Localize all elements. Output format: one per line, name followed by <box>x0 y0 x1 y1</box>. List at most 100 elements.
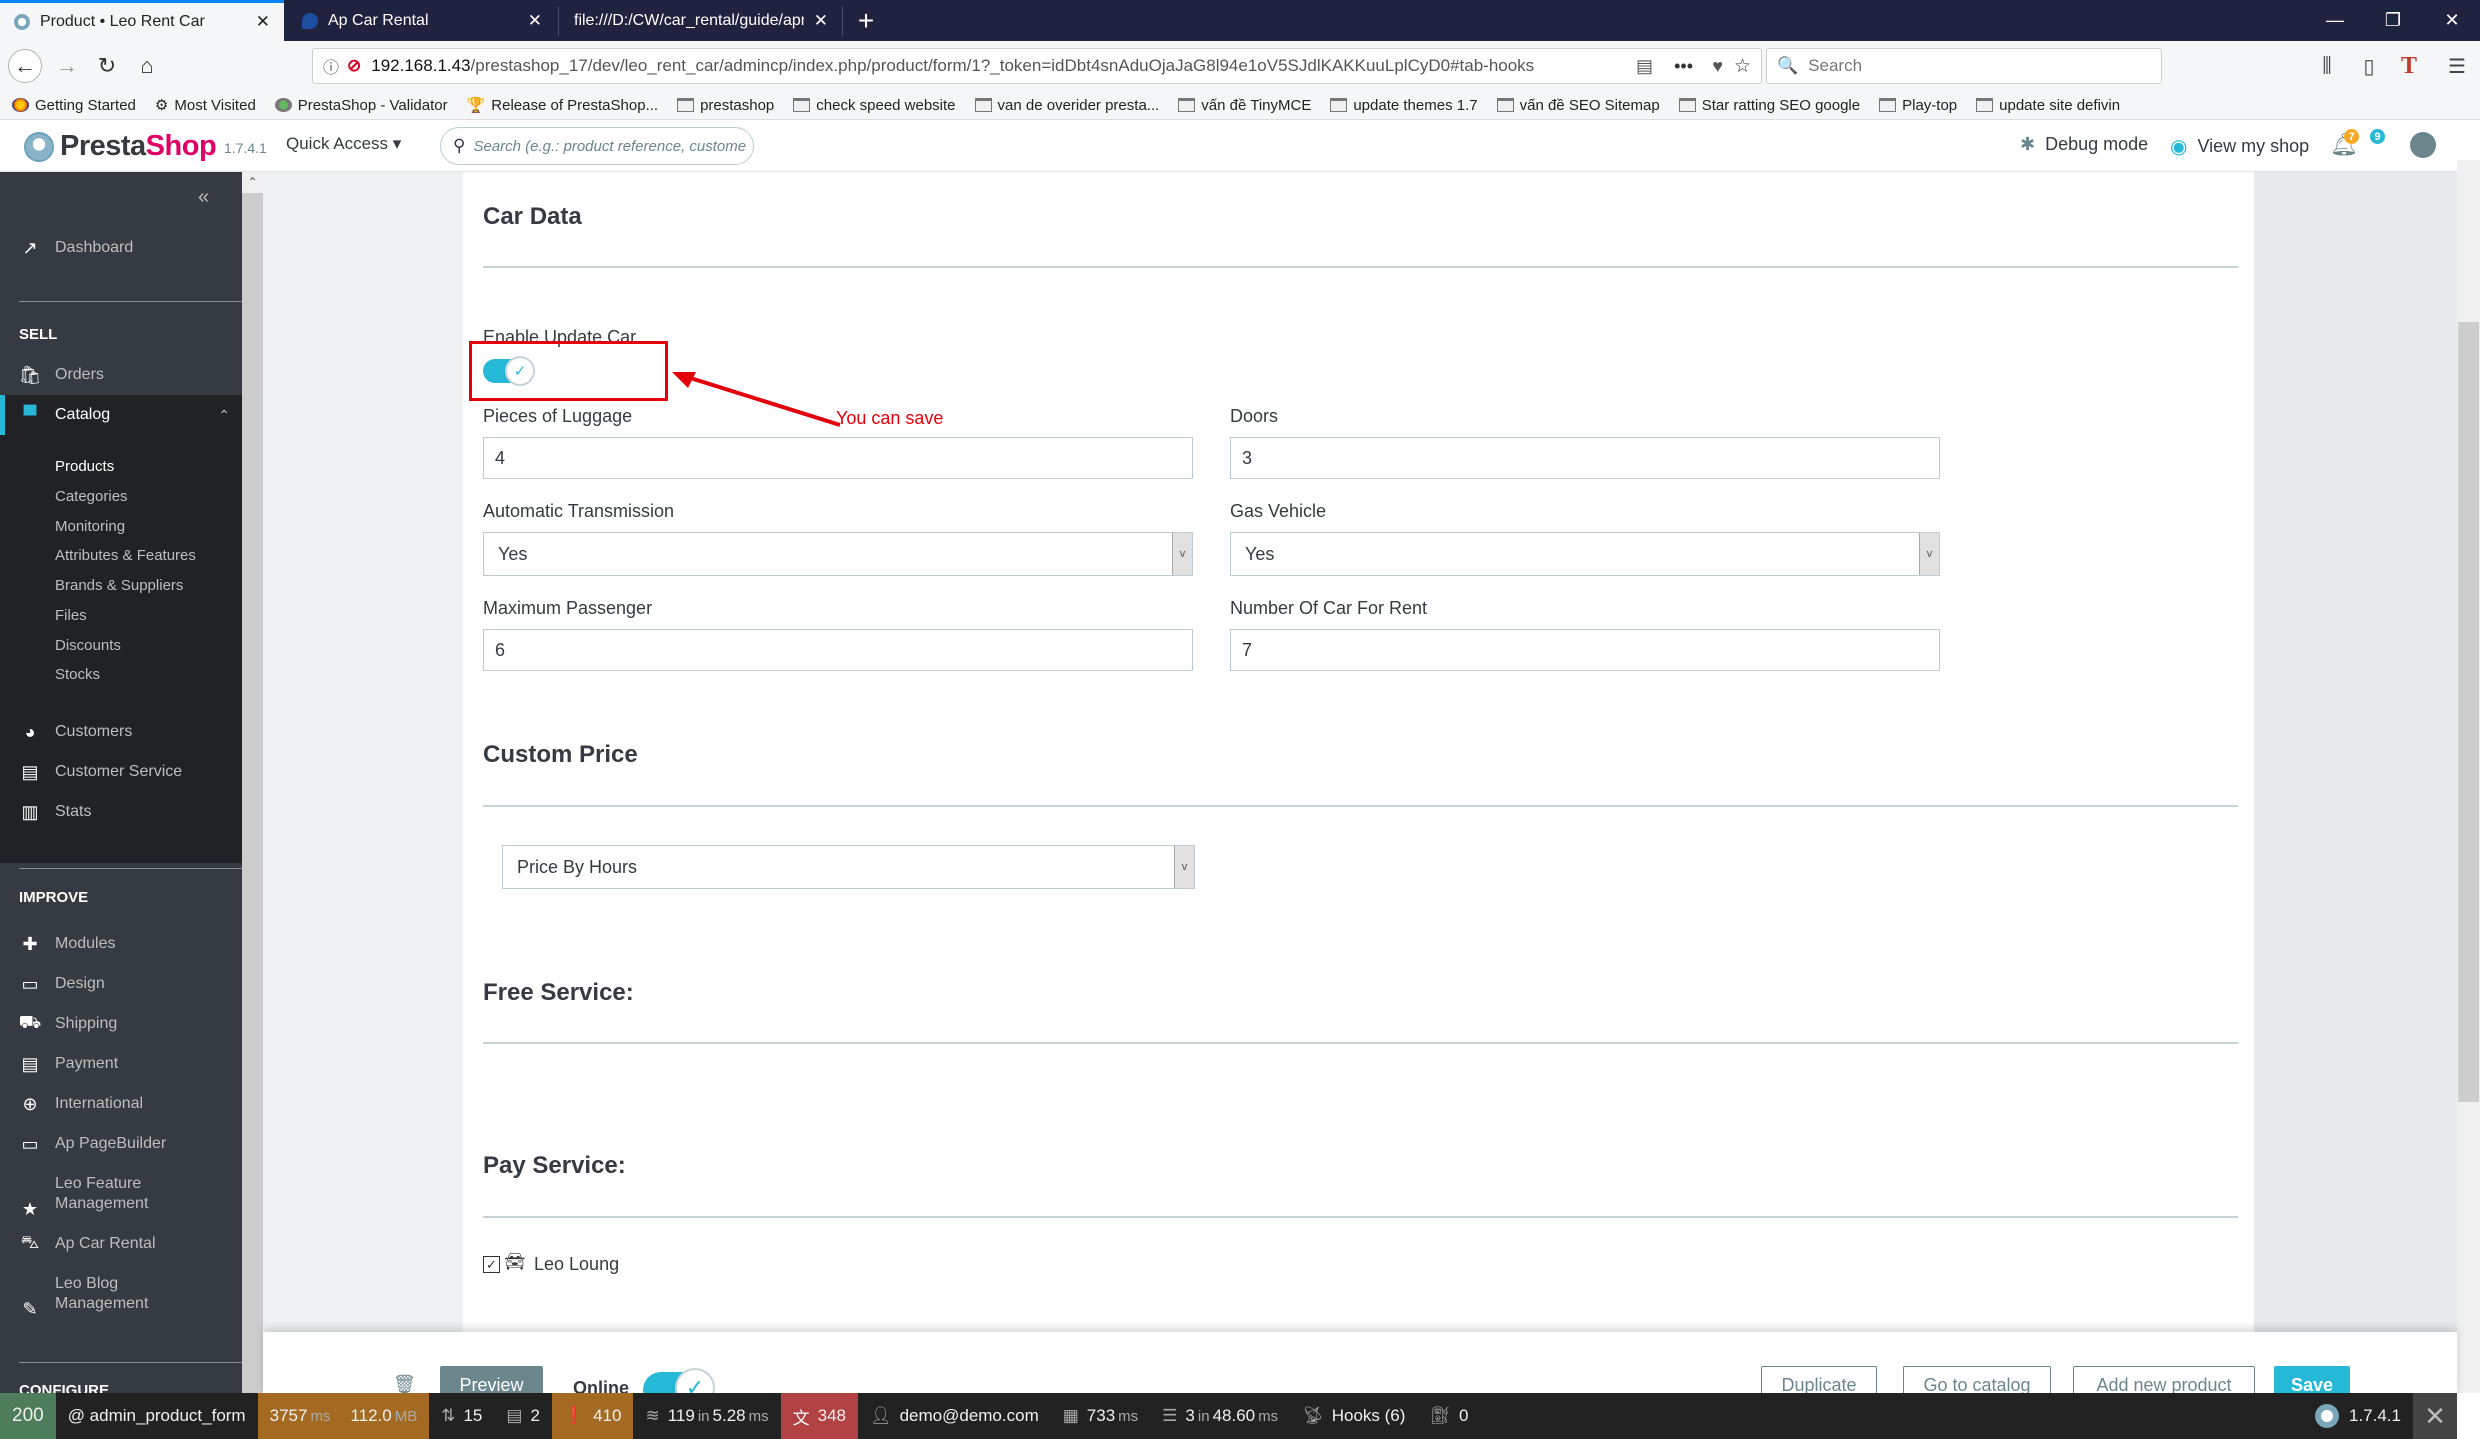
tab-file-guide[interactable]: file:///D:/CW/car_rental/guide/apre ✕ <box>560 0 842 41</box>
tab-product-leo-rent-car[interactable]: Product • Leo Rent Car ✕ <box>0 0 284 41</box>
sidebar-subitem-products[interactable]: Products <box>55 458 114 475</box>
sidebar-item-payment[interactable]: ▤ Payment <box>0 1044 242 1084</box>
sidebar-toggle-icon[interactable]: ▯ <box>2354 51 2384 81</box>
sidebar-item-stats[interactable]: ▥ Stats <box>0 792 242 832</box>
doors-input[interactable]: 3 <box>1230 437 1940 479</box>
bookmark-item[interactable]: ⚙ Most Visited <box>155 96 256 115</box>
bookmark-folder[interactable]: check speed website <box>793 97 956 114</box>
scrollbar-thumb[interactable] <box>2458 322 2479 1102</box>
sidebar-item-orders[interactable]: 🛍︎ Orders <box>0 355 242 395</box>
bookmark-folder[interactable]: van de overider presta... <box>974 97 1159 114</box>
scroll-up-arrow-icon[interactable]: ⌃ <box>242 172 263 193</box>
sidebar-item-shipping[interactable]: ⛟ Shipping <box>0 1004 242 1044</box>
bookmark-item[interactable]: PrestaShop - Validator <box>274 97 448 114</box>
close-tab-icon[interactable]: ✕ <box>814 11 828 31</box>
tab-separator <box>558 6 559 36</box>
bookmark-folder[interactable]: Play-top <box>1879 97 1957 114</box>
sidebar-item-modules[interactable]: ✚ Modules <box>0 924 242 964</box>
quick-access-dropdown[interactable]: Quick Access ▾ <box>286 134 401 154</box>
debug-ps-version[interactable]: 1.7.4.1 <box>2315 1393 2401 1439</box>
close-window-button[interactable]: ✕ <box>2424 0 2480 41</box>
debug-hooks[interactable]: 📡︎ Hooks (6) <box>1290 1393 1417 1439</box>
forward-button[interactable]: → <box>50 49 84 83</box>
page-scrollbar[interactable] <box>2457 160 2480 1393</box>
sidebar-item-leo-blog[interactable]: ✎ Leo Blog Management <box>0 1272 242 1319</box>
debug-translations[interactable]: 文 348 <box>780 1393 858 1439</box>
new-tab-button[interactable]: + <box>846 0 886 41</box>
minimize-window-button[interactable]: — <box>2307 0 2363 41</box>
translations-count: 348 <box>817 1406 846 1425</box>
collapse-sidebar-button[interactable]: « <box>198 186 209 209</box>
pay-service-checkbox[interactable]: ✓ <box>483 1256 500 1273</box>
user-avatar-icon[interactable] <box>2410 132 2436 158</box>
sidebar-subitem-attributes[interactable]: Attributes & Features <box>55 547 196 564</box>
home-button[interactable]: ⌂ <box>130 49 164 83</box>
debug-logs[interactable]: ▤ 2 <box>494 1393 552 1439</box>
bookmark-folder[interactable]: update themes 1.7 <box>1330 97 1478 114</box>
sidebar-item-design[interactable]: ▭ Design <box>0 964 242 1004</box>
close-tab-icon[interactable]: ✕ <box>256 12 270 32</box>
back-button[interactable]: ← <box>8 49 42 83</box>
maximum-passenger-input[interactable]: 6 <box>483 629 1193 671</box>
debug-twig[interactable]: ▦ 733 ms <box>1051 1393 1150 1439</box>
sidebar-item-customer-service[interactable]: ▤ Customer Service <box>0 752 242 792</box>
trash-icon[interactable]: 🗑︎ <box>393 1374 416 1395</box>
view-my-shop-link[interactable]: ◉ View my shop <box>2170 134 2309 159</box>
sidebar-subitem-stocks[interactable]: Stocks <box>55 666 100 683</box>
number-of-cars-input[interactable]: 7 <box>1230 629 1940 671</box>
sidebar-subitem-brands[interactable]: Brands & Suppliers <box>55 577 183 594</box>
debug-mode-link[interactable]: ✱ Debug mode <box>2020 134 2148 155</box>
debug-performance[interactable]: 3757 ms 112.0 MB <box>257 1393 430 1439</box>
sidebar-item-ap-pagebuilder[interactable]: ▭ Ap PageBuilder <box>0 1124 242 1164</box>
sidebar-subitem-discounts[interactable]: Discounts <box>55 637 121 654</box>
template-icon: ▦ <box>1062 1406 1079 1425</box>
bookmark-folder[interactable]: vấn đề TinyMCE <box>1178 97 1311 114</box>
close-tab-icon[interactable]: ✕ <box>528 11 542 31</box>
sidebar-item-customers[interactable]: ◕ Customers <box>0 712 242 752</box>
gas-vehicle-select[interactable]: Yes v <box>1230 532 1940 576</box>
sidebar-subitem-categories[interactable]: Categories <box>55 488 128 505</box>
bookmark-folder[interactable]: vấn đề SEO Sitemap <box>1496 97 1660 114</box>
automatic-transmission-select[interactable]: Yes v <box>483 532 1193 576</box>
sidebar-subitem-monitoring[interactable]: Monitoring <box>55 518 125 535</box>
custom-price-select[interactable]: Price By Hours v <box>502 845 1195 889</box>
reader-view-icon[interactable]: ▤ <box>1636 56 1653 77</box>
info-icon[interactable]: ⓘ <box>323 54 339 78</box>
extension-t-icon[interactable]: T <box>2394 51 2424 81</box>
bookmark-folder[interactable]: prestashop <box>677 97 774 114</box>
debug-warnings[interactable]: ❗ 410 <box>551 1393 634 1439</box>
bookmark-item[interactable]: Getting Started <box>12 97 136 114</box>
debug-status[interactable]: 200 <box>0 1393 56 1439</box>
url-bar[interactable]: ⓘ ⊘ 192.168.1.43/prestashop_17/dev/leo_r… <box>312 48 1762 84</box>
restore-window-button[interactable]: ❐ <box>2365 0 2421 41</box>
debug-database[interactable]: ☰ 3 in 48.60 ms <box>1150 1393 1290 1439</box>
sidebar-item-international[interactable]: ⊕ International <box>0 1084 242 1124</box>
sidebar-scrollbar[interactable]: ⌃ <box>242 172 263 1393</box>
library-icon[interactable]: ⫼ <box>2312 51 2342 81</box>
sidebar-item-leo-feature[interactable]: ★ Leo Feature Management <box>0 1172 242 1219</box>
luggage-input[interactable]: 4 <box>483 437 1193 479</box>
messages-badge[interactable]: 9 <box>2370 129 2385 144</box>
close-debug-toolbar-button[interactable]: ✕ <box>2413 1393 2457 1439</box>
debug-modules[interactable]: ⛽︎ 0 <box>1417 1393 1480 1439</box>
admin-search-input[interactable]: ⚲ Search (e.g.: product reference, custo… <box>440 127 754 165</box>
debug-user[interactable]: 👤︎ demo@demo.com <box>858 1393 1051 1439</box>
browser-search-input[interactable]: 🔍 Search <box>1766 48 2162 84</box>
bookmark-folder[interactable]: update site defivin <box>1976 97 2120 114</box>
reload-button[interactable]: ↻ <box>90 49 124 83</box>
sidebar-item-dashboard[interactable]: ↗ Dashboard <box>0 228 242 268</box>
bookmark-folder[interactable]: Star ratting SEO google <box>1678 97 1860 114</box>
sidebar-item-catalog[interactable]: ▀ Catalog ⌃ <box>0 395 242 435</box>
prestashop-logo[interactable]: PrestaShop <box>24 130 217 163</box>
debug-forms[interactable]: ⇅ 15 <box>429 1393 494 1439</box>
tab-ap-car-rental[interactable]: Ap Car Rental ✕ <box>288 0 556 41</box>
bookmark-star-icon[interactable]: ☆ <box>1734 55 1751 78</box>
sidebar-subitem-files[interactable]: Files <box>55 607 87 624</box>
sidebar-item-ap-car-rental[interactable]: ⛍ Ap Car Rental <box>0 1224 242 1264</box>
menu-hamburger-icon[interactable]: ☰ <box>2442 51 2472 81</box>
bookmark-item[interactable]: 🏆 Release of PrestaShop... <box>467 96 658 115</box>
debug-route[interactable]: @ admin_product_form <box>56 1393 258 1439</box>
debug-cache[interactable]: ≋ 119 in 5.28 ms <box>633 1393 780 1439</box>
pocket-icon[interactable]: ♥ <box>1712 56 1723 77</box>
page-actions-icon[interactable]: ••• <box>1674 56 1693 77</box>
